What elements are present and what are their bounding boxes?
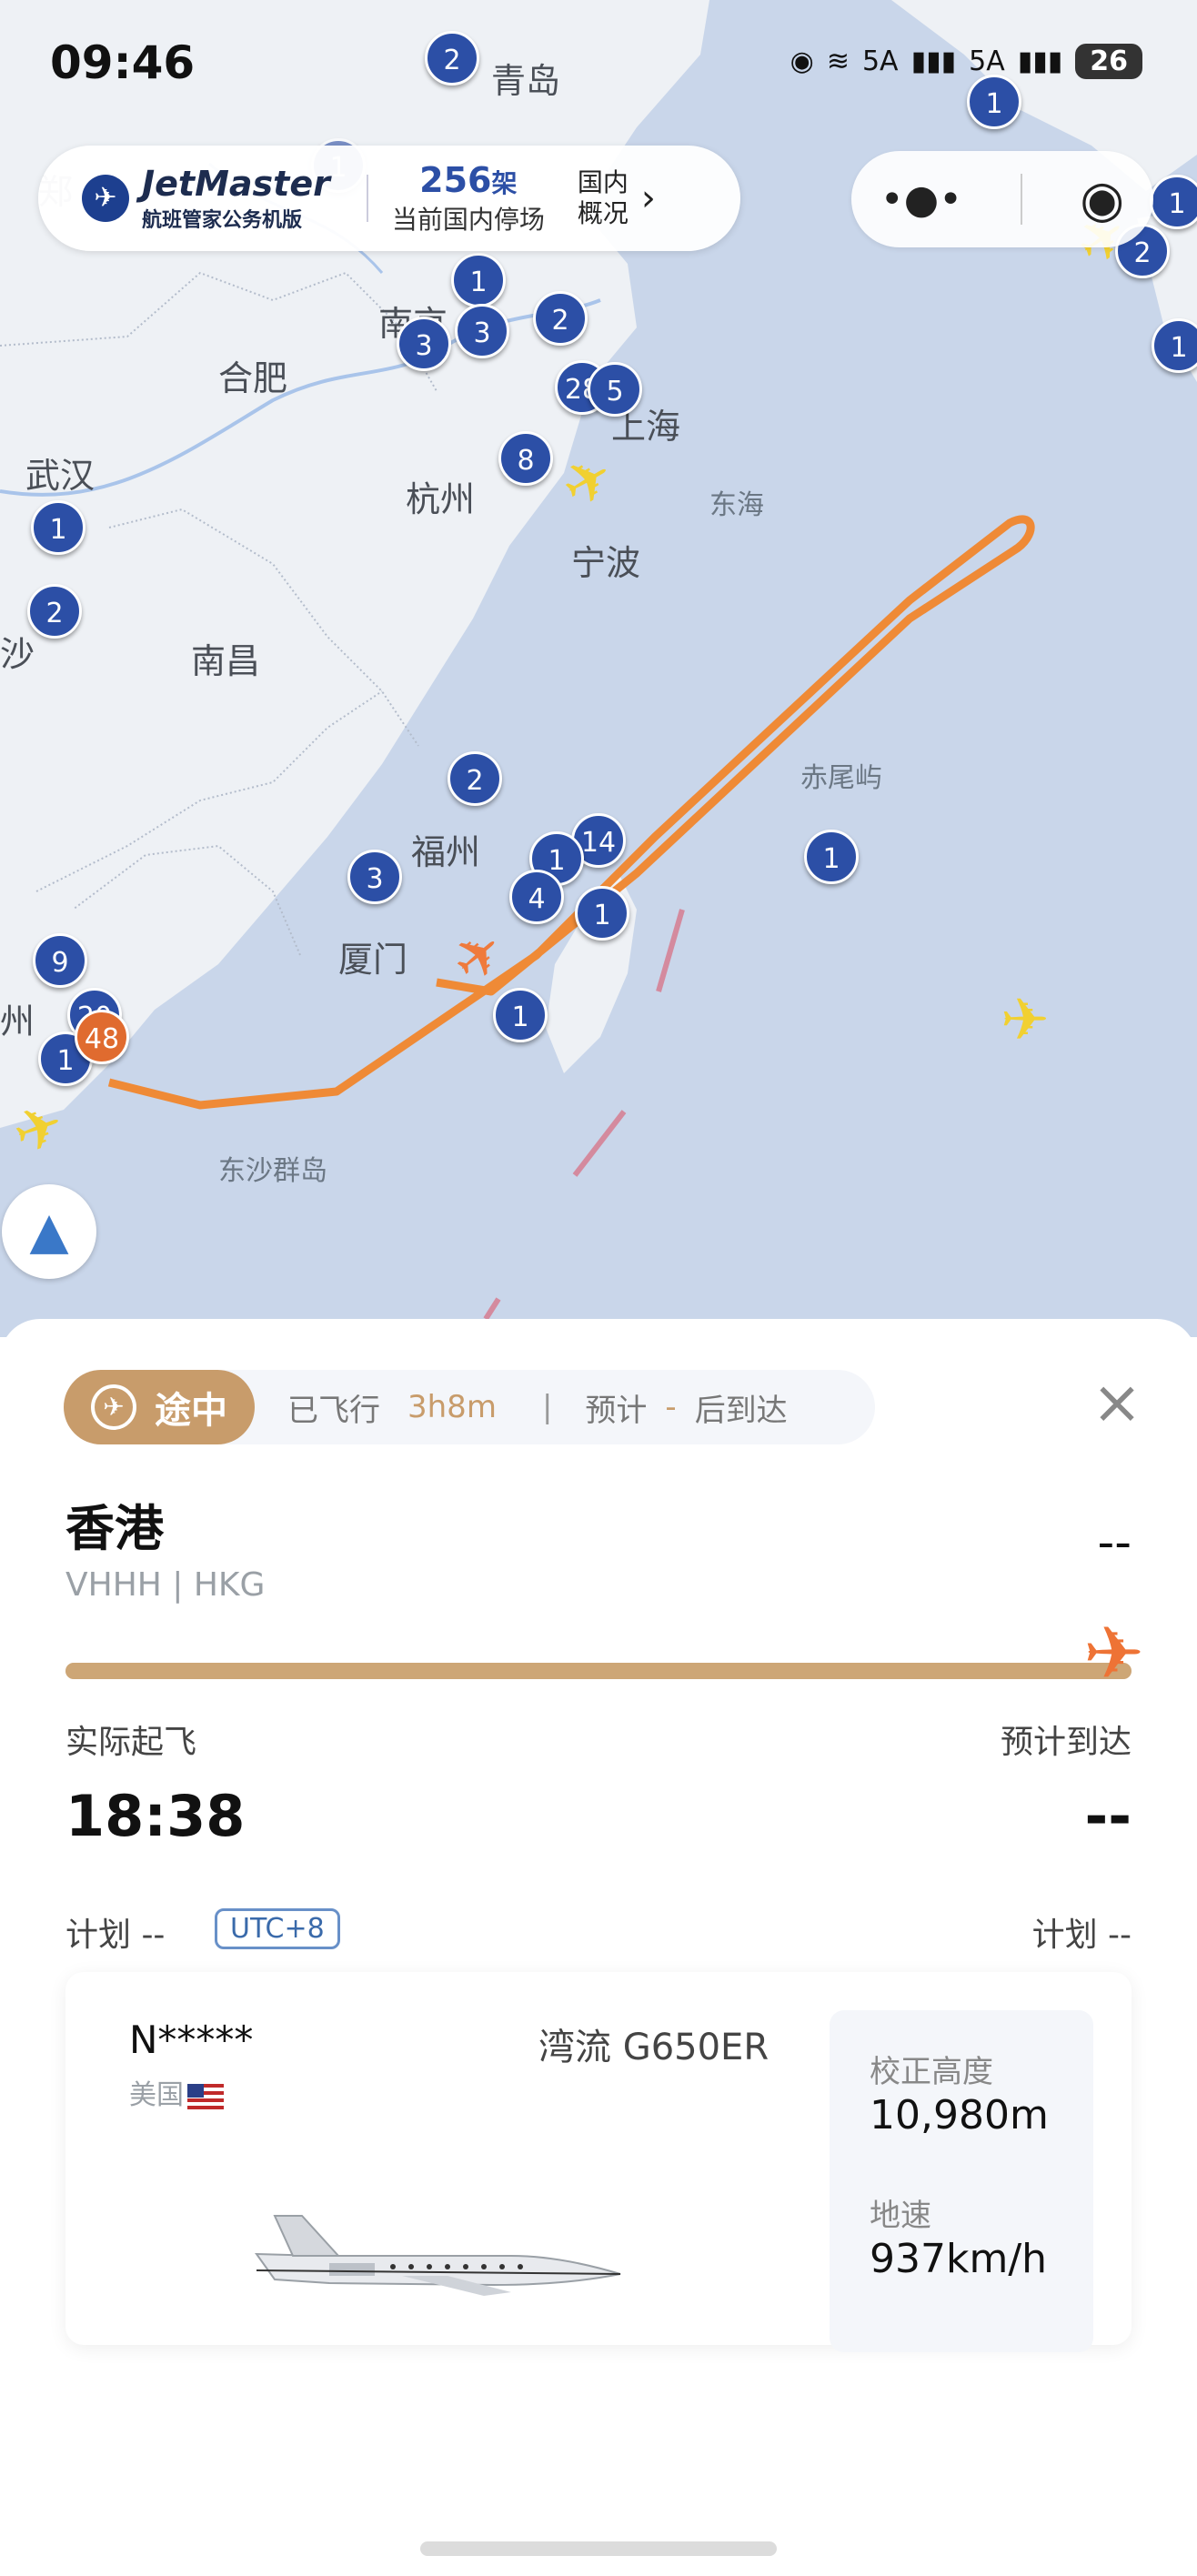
plane-circle-icon: ✈ [91,1384,136,1430]
parked-count-unit: 架 [491,168,518,198]
overview-label: 国内 [577,167,629,197]
eta-value: - [665,1389,677,1425]
brand-subtitle: 航班管家公务机版 [142,209,303,232]
departure-city: 香港 [65,1500,164,1557]
parked-count-value: 256 [419,160,492,200]
eta-arrival-time: -- [1084,1783,1132,1849]
close-icon[interactable]: × [1088,1373,1146,1433]
progress-plane-icon: ✈ [1082,1611,1144,1696]
ship-lane [656,909,685,992]
overview-link[interactable]: 国内 概况 [578,167,629,229]
ship-lane [483,1297,501,1321]
signal-label: 5A [861,45,899,77]
status-text: 途中 [155,1390,227,1432]
city-label: 福州 [411,832,481,872]
cluster-pin[interactable]: 3 [455,304,509,358]
cluster-pin[interactable]: 5 [588,362,642,417]
flight-stats-panel: 校正高度 10,980m 地速 937km/h [830,2010,1093,2352]
cluster-pin[interactable]: 1 [575,886,629,941]
signal-icon: ▮▮▮ [910,45,957,77]
clock: 09:46 [50,36,196,89]
separator: | [541,1389,553,1425]
flight-progress-bar: ✈ [65,1617,1144,1690]
ship-lane [572,1110,627,1177]
eta-label: 预计 [585,1392,648,1429]
brand-name: JetMaster [142,164,330,204]
system-status-bar: 09:46 ◉ ≋ 5A ▮▮▮ 5A ▮▮▮ 26 [0,36,1197,109]
flown-label: 已飞行 [287,1392,380,1429]
city-label: 南昌 [191,641,261,681]
cluster-pin[interactable]: 1 [804,830,859,884]
jetmaster-logo-icon: ✈ [82,175,129,222]
aircraft-registration: N***** [129,2018,254,2062]
signal-label: 5A [969,45,1005,77]
speed-label: 地速 [870,2198,931,2234]
status-badge: ✈ 途中 [64,1370,255,1444]
home-indicator[interactable] [420,2541,777,2556]
cluster-pin[interactable]: 2 [27,584,82,639]
city-label: 州 [0,1001,35,1041]
aircraft-icon[interactable]: ✈ [1001,991,1050,1050]
country-label: 美国 [129,2079,184,2111]
cluster-pin[interactable]: 4 [509,870,564,924]
overview-label: 概况 [577,198,629,228]
aircraft-country: 美国 [129,2072,224,2112]
cluster-pin[interactable]: 1 [493,988,548,1042]
flown-value: 3h8m [407,1389,497,1425]
system-icons: ◉ ≋ 5A ▮▮▮ 5A ▮▮▮ 26 [790,44,1142,79]
close-target-icon[interactable]: ◉ [1080,170,1124,229]
aircraft-model: 湾流 G650ER [538,2027,770,2068]
signal-icon: ▮▮▮ [1017,45,1063,77]
city-label: 杭州 [406,479,476,519]
actual-takeoff-label: 实际起飞 [65,1724,197,1761]
city-label: 宁波 [571,543,641,583]
arrival-city: -- [1097,1515,1132,1570]
progress-fill [65,1663,1132,1679]
locate-logo-button[interactable]: ▲ [2,1184,96,1279]
cluster-pin[interactable]: 3 [397,317,451,371]
aircraft-image [255,2215,621,2296]
plan-departure: 计划 -- [65,1917,166,1954]
mini-program-capsule: •●• ◉ [851,151,1153,247]
city-label: 东沙群岛 [218,1155,327,1187]
brand-bar[interactable]: ✈ JetMaster 航班管家公务机版 256架 当前国内停场 国内 概况 › [38,146,740,251]
actual-takeoff-time: 18:38 [65,1783,246,1849]
parked-count: 256架 当前国内停场 [392,160,545,236]
timezone-badge[interactable]: UTC+8 [215,1908,340,1949]
divider [1020,174,1022,225]
cluster-pin[interactable]: 9 [33,933,87,988]
cluster-pin[interactable]: 2 [448,751,502,806]
chevron-right-icon[interactable]: › [641,177,656,219]
cluster-pin[interactable]: 3 [347,850,402,904]
city-label: 沙 [0,634,35,674]
more-icon[interactable]: •●• [880,176,962,223]
eta-arrival-label: 预计到达 [1000,1724,1132,1761]
city-label: 厦门 [338,940,408,980]
parked-label: 当前国内停场 [391,205,545,235]
us-flag-icon [187,2083,224,2109]
battery-icon: 26 [1075,44,1142,79]
speed-value: 937km/h [870,2236,1048,2282]
city-label: 东海 [709,489,764,521]
cluster-pin[interactable]: 2 [533,291,588,346]
cluster-pin[interactable]: 1 [451,253,506,307]
divider [366,175,368,222]
eta-suffix: 后到达 [694,1392,788,1429]
cluster-pin[interactable]: 1 [31,500,86,555]
aircraft-info-card[interactable]: N***** 美国 湾流 G650ER 校正高度 10,980m 地速 937k… [65,1972,1132,2352]
wifi-icon: ≋ [826,45,850,77]
departure-code: VHHH | HKG [65,1566,266,1604]
altitude-value: 10,980m [870,2092,1049,2138]
city-label: 赤尾屿 [800,762,882,794]
plan-arrival: 计划 -- [1031,1917,1132,1954]
location-icon: ◉ [790,45,814,77]
cluster-pin[interactable]: 1 [1150,175,1197,229]
altitude-label: 校正高度 [870,2054,993,2090]
flight-detail-sheet: ✈ 途中 已飞行 3h8m | 预计 - 后到达 × 香港 VHHH | HKG… [0,1319,1197,2576]
cluster-pin[interactable]: 8 [498,431,553,486]
city-label: 武汉 [25,456,96,496]
flight-status-row: ✈ 途中 已飞行 3h8m | 预计 - 后到达 [64,1370,875,1444]
cluster-pin[interactable]: 48 [75,1010,129,1064]
city-label: 合肥 [218,358,288,398]
